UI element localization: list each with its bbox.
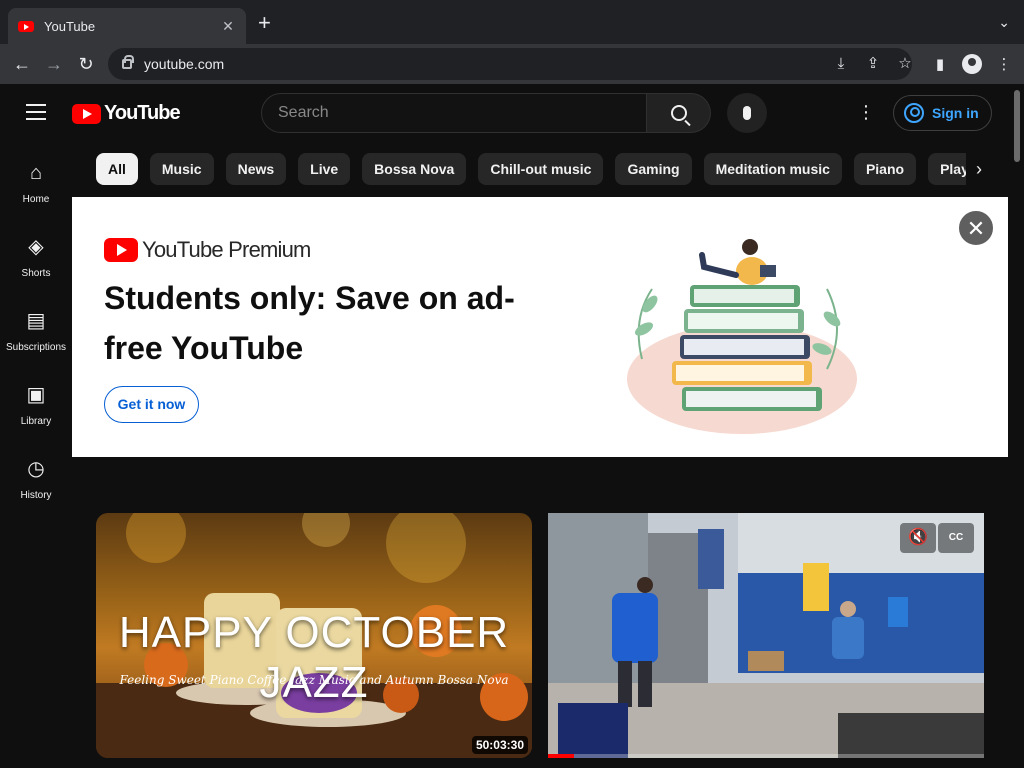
chip-gaming[interactable]: Gaming	[615, 153, 692, 185]
sidebar-item-label: Home	[22, 194, 50, 205]
promo-headline: Students only: Save on ad-free YouTube	[104, 280, 515, 366]
reload-button[interactable]: ↻	[74, 52, 98, 76]
chip-bossa-nova[interactable]: Bossa Nova	[362, 153, 467, 185]
chip-news[interactable]: News	[225, 153, 287, 185]
omnibox-actions: ⤓ ⇪ ☆	[832, 54, 914, 74]
filter-chip-bar: All Music News Live Bossa Nova Chill-out…	[96, 153, 966, 185]
chip-piano[interactable]: Piano	[853, 153, 917, 185]
chip-chill-out-music[interactable]: Chill-out music	[478, 153, 604, 185]
tab-search-icon[interactable]: ⌄	[998, 14, 1010, 31]
library-icon: ▣	[26, 384, 46, 406]
premium-brand-text: YouTube Premium	[142, 237, 311, 262]
browser-tab-bar: YouTube ✕ + ⌄	[0, 0, 1024, 44]
video-thumbnail-shop-cctv[interactable]: 🔇 CC	[548, 513, 984, 758]
sidebar-item-library[interactable]: ▣ Library	[0, 362, 72, 436]
new-tab-button[interactable]: +	[258, 12, 271, 34]
settings-more-icon[interactable]: ⋮	[856, 102, 876, 122]
sidebar-item-home[interactable]: ⌂ Home	[0, 140, 72, 214]
sidebar-item-history[interactable]: ◷ History	[0, 436, 72, 510]
video-thumbnail-october-jazz[interactable]: HAPPY OCTOBER JAZZ Feeling Sweet Piano C…	[96, 513, 532, 758]
back-button[interactable]: ←	[10, 52, 34, 76]
install-app-icon[interactable]: ⤓	[832, 54, 850, 74]
video-duration-badge: 50:03:30	[471, 736, 528, 754]
search-icon	[670, 105, 687, 121]
preview-progress-fill	[548, 754, 575, 758]
sidebar-item-label: Subscriptions	[5, 342, 67, 353]
sidebar-item-label: History	[20, 490, 52, 501]
scrollbar-thumb[interactable]	[1014, 90, 1020, 162]
history-icon: ◷	[27, 458, 45, 480]
share-icon[interactable]: ⇪	[864, 54, 882, 74]
chip-playlists[interactable]: Playli	[928, 153, 966, 185]
chips-next-chevron-icon[interactable]: ›	[966, 153, 992, 185]
closed-captions-button[interactable]: CC	[938, 523, 974, 553]
youtube-header: YouTube ⋮ Sign in	[0, 84, 1010, 140]
logo-text: YouTube	[104, 102, 181, 124]
voice-search-button[interactable]	[727, 93, 767, 133]
account-circle-icon	[904, 103, 924, 123]
youtube-logo[interactable]: YouTube	[72, 102, 181, 125]
dismiss-banner-button[interactable]: ✕	[958, 210, 994, 246]
preview-progress-bar[interactable]	[548, 754, 984, 758]
youtube-favicon-icon	[18, 20, 34, 32]
youtube-premium-logo: YouTube Premium	[104, 237, 311, 263]
address-bar[interactable]: youtube.com	[108, 48, 912, 80]
bookmark-star-icon[interactable]: ☆	[896, 54, 914, 74]
chip-all[interactable]: All	[96, 153, 138, 185]
sidebar-item-label: Library	[20, 416, 52, 427]
home-icon: ⌂	[29, 162, 43, 184]
muted-speaker-icon[interactable]: 🔇	[900, 523, 936, 553]
thumbnail-subtitle-text: Feeling Sweet Piano Coffee Jazz Music an…	[119, 673, 509, 687]
url-text[interactable]: youtube.com	[144, 56, 224, 72]
sidebar-item-shorts[interactable]: ◈ Shorts	[0, 214, 72, 288]
chip-music[interactable]: Music	[149, 153, 214, 185]
side-panel-icon[interactable]: ▮	[930, 55, 950, 73]
profile-avatar-icon[interactable]	[962, 54, 982, 74]
chip-live[interactable]: Live	[298, 153, 351, 185]
premium-promo-banner: YouTube Premium Students only: Save on a…	[72, 197, 1008, 457]
youtube-play-icon	[72, 103, 101, 124]
youtube-play-icon	[104, 238, 138, 262]
sign-in-label: Sign in	[932, 105, 979, 121]
browser-toolbar: ← → ↻ youtube.com ⤓ ⇪ ☆ ▮ ⋮	[0, 44, 1024, 84]
browser-tab[interactable]: YouTube ✕	[8, 8, 246, 44]
lock-icon[interactable]	[122, 55, 134, 69]
menu-hamburger-icon[interactable]	[26, 104, 46, 120]
sign-in-button[interactable]: Sign in	[893, 95, 992, 131]
stacked-books-reader-illustration	[627, 239, 857, 434]
shorts-icon: ◈	[28, 236, 44, 258]
page-scrollbar[interactable]	[1010, 84, 1024, 768]
get-it-now-button[interactable]: Get it now	[104, 386, 199, 423]
sidebar-item-label: Shorts	[21, 268, 51, 279]
microphone-icon	[743, 106, 751, 120]
search-input[interactable]	[261, 93, 648, 133]
mini-guide-sidebar: ⌂ Home ◈ Shorts ▤ Subscriptions ▣ Librar…	[0, 140, 72, 510]
sidebar-item-subscriptions[interactable]: ▤ Subscriptions	[0, 288, 72, 362]
search-bar	[261, 93, 711, 133]
chip-meditation-music[interactable]: Meditation music	[703, 153, 842, 185]
subscriptions-icon: ▤	[26, 310, 46, 332]
browser-menu-icon[interactable]: ⋮	[994, 55, 1014, 73]
toolbar-right: ▮ ⋮	[930, 54, 1014, 74]
thumbnail-title-text: HAPPY OCTOBER JAZZ	[118, 608, 510, 707]
tab-close-icon[interactable]: ✕	[220, 18, 236, 35]
search-button[interactable]	[647, 93, 711, 133]
forward-button[interactable]: →	[42, 52, 66, 76]
tab-title: YouTube	[44, 18, 96, 34]
